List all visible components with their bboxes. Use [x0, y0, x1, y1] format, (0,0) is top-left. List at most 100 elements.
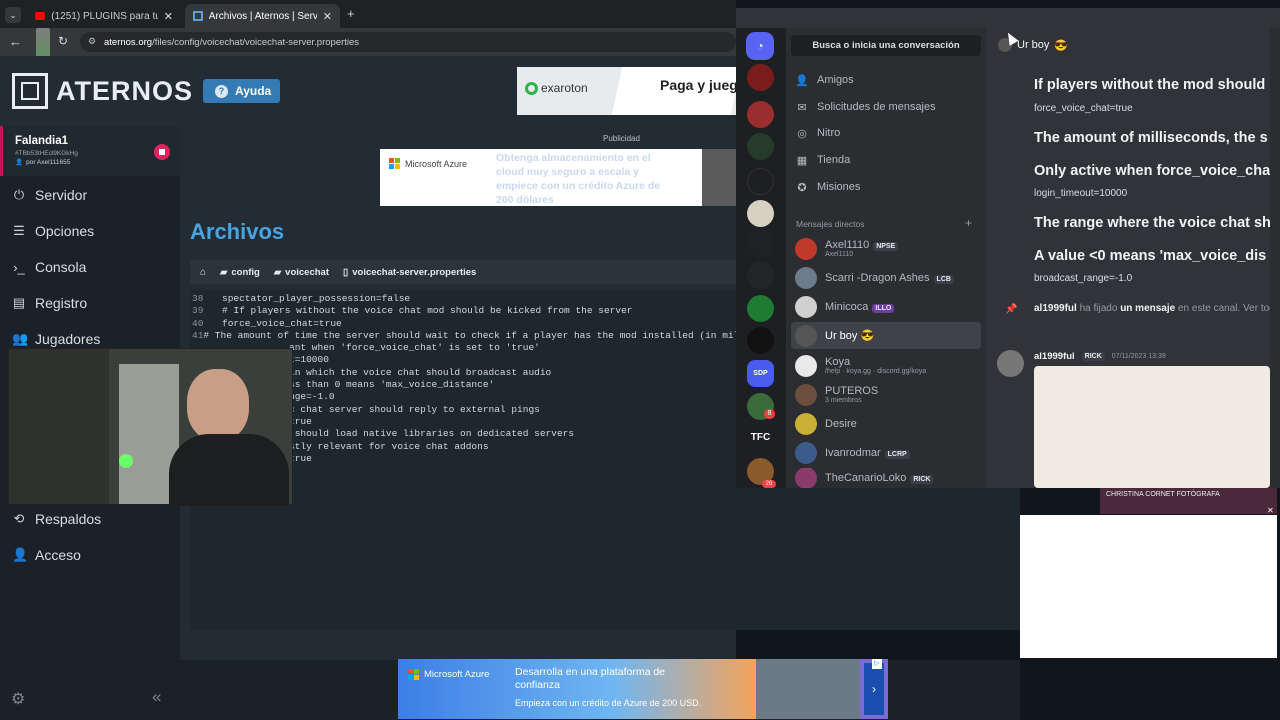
new-tab-icon[interactable]: +: [347, 6, 355, 21]
dm-nav-tienda[interactable]: ▦ Tienda: [795, 149, 850, 171]
blank-ad-frame: [1020, 515, 1277, 658]
message-image[interactable]: [1034, 366, 1270, 488]
server-status-stop-icon[interactable]: [154, 144, 170, 160]
dm-group-puteros[interactable]: PUTEROS 3 miembros: [795, 381, 878, 408]
page-title: Archivos: [190, 219, 285, 244]
dm-user-scarri[interactable]: Scarri -Dragon Ashes LCB: [795, 264, 954, 291]
shop-icon: ▦: [796, 154, 808, 167]
dm-user-minicoca[interactable]: Minicoca ILLO: [795, 293, 895, 320]
exaroton-logo-icon: [525, 81, 538, 95]
guild-icon[interactable]: [747, 200, 774, 227]
scrollbar[interactable]: [1270, 28, 1280, 488]
sidebar-item-servidor[interactable]: ⏻ Servidor: [12, 183, 87, 207]
guild-icon[interactable]: [747, 133, 774, 160]
site-info-icon[interactable]: ⚙: [88, 36, 96, 47]
azure-ad-top[interactable]: Microsoft Azure Obtenga almacenamiento e…: [380, 149, 736, 206]
browser-tab-youtube[interactable]: (1251) PLUGINS para tu SERVIDOR ✕: [27, 4, 181, 28]
close-tab-icon[interactable]: ✕: [164, 10, 173, 23]
dm-user-ivanrodmar[interactable]: Ivanrodmar LCRP: [795, 439, 910, 466]
guild-icon[interactable]: [747, 230, 774, 257]
guild-icon[interactable]: [747, 295, 774, 322]
sidebar-item-acceso[interactable]: 👤 Acceso: [12, 543, 81, 567]
address-bar[interactable]: ⚙ aternos.org/files/config/voicechat/voi…: [80, 32, 736, 52]
sidebar-item-opciones[interactable]: ☰ Opciones: [12, 219, 94, 243]
collapse-sidebar-icon[interactable]: «: [152, 687, 161, 707]
aternos-logo-icon[interactable]: [12, 73, 48, 109]
dm-nav-solicitudes[interactable]: ✉ Solicitudes de mensajes: [795, 96, 935, 118]
guild-sdp-icon[interactable]: SDP: [747, 360, 774, 387]
sidebar-item-consola[interactable]: ›_ Consola: [12, 255, 86, 279]
exaroton-ad[interactable]: exaroton Paga y jueg: [517, 67, 742, 115]
unread-badge: 26: [762, 480, 776, 488]
dm-nav-nitro[interactable]: ◎ Nitro: [795, 122, 840, 144]
avatar: [997, 350, 1024, 377]
avatar: [795, 324, 817, 347]
dm-nav-amigos[interactable]: 👤 Amigos: [795, 69, 854, 91]
guild-icon[interactable]: [747, 168, 774, 195]
code-line: 41 # The amount of time the server should…: [192, 329, 736, 341]
avatar: [795, 468, 817, 488]
settings-gear-icon[interactable]: ⚙: [11, 689, 25, 709]
dm-user-thecanarioloko[interactable]: TheCanarioLoko RICK: [795, 468, 934, 488]
pin-icon: 📌: [1005, 304, 1018, 315]
avatar: [795, 412, 817, 435]
user-key-icon: 👤: [12, 547, 29, 562]
breadcrumb-config[interactable]: ▰ config: [220, 267, 260, 278]
dm-user-koya[interactable]: Koya/help · koya.gg · discord.gg/koya: [795, 352, 926, 379]
close-tab-icon[interactable]: ✕: [323, 10, 332, 23]
tab-list-button[interactable]: ⌄: [5, 7, 21, 23]
create-dm-icon[interactable]: +: [965, 216, 972, 230]
discord-home-icon[interactable]: ◔: [746, 32, 774, 60]
avatar: [795, 441, 817, 464]
folder-icon: ▰: [273, 266, 282, 278]
message-header: al1999ful RICK 07/11/2023 13:39: [1034, 351, 1166, 362]
dm-user-axel1110[interactable]: Axel1110 NPSE Axel1110: [795, 235, 899, 262]
guild-icon[interactable]: [747, 64, 774, 91]
chat-heading: A value <0 means 'max_voice_dis: [1034, 248, 1267, 264]
code-line: 38 spectator_player_possession=false: [192, 293, 411, 304]
dm-header: Mensajes directos: [796, 219, 865, 229]
azure-ad-bottom[interactable]: Microsoft Azure Desarrolla en una plataf…: [398, 659, 888, 719]
sidebar-item-respaldos[interactable]: ⟲ Respaldos: [12, 507, 102, 531]
guild-icon[interactable]: [747, 101, 774, 128]
back-icon[interactable]: ←: [9, 34, 22, 49]
chat-text: broadcast_range=-1.0: [1034, 273, 1133, 284]
unread-badge: 8: [764, 409, 775, 419]
dm-nav-misiones[interactable]: ✪ Misiones: [795, 176, 860, 198]
server-card[interactable]: Falandia1 #TBb53tHEcl9KGkHg 👤 por Axel111…: [0, 126, 180, 176]
aternos-logo-text[interactable]: ATERNOS: [56, 76, 193, 107]
nitro-icon: ◎: [797, 127, 807, 140]
sidebar-item-registro[interactable]: ▤ Registro: [12, 291, 87, 315]
user-icon: 👤: [15, 159, 24, 166]
folder-icon: ▰: [220, 266, 228, 278]
adchoices-icon[interactable]: ▷: [872, 659, 882, 669]
chat-text: force_voice_chat=true: [1034, 103, 1133, 114]
avatar: [795, 383, 817, 406]
discord-search-input[interactable]: Busca o inicia una conversación: [791, 35, 981, 56]
guild-icon[interactable]: [747, 327, 774, 354]
photo-ad[interactable]: CHRISTINA CORNET FOTÓGRAFA: [1100, 488, 1277, 514]
breadcrumb-voicechat[interactable]: ▰ voicechat: [274, 267, 329, 278]
help-button[interactable]: ? Ayuda: [203, 79, 280, 103]
dm-user-desire[interactable]: Desire: [795, 410, 857, 437]
chat-heading: The amount of milliseconds, the s: [1034, 130, 1268, 146]
avatar: [795, 266, 817, 289]
home-icon[interactable]: ⌂: [200, 267, 206, 278]
guild-tfc-icon[interactable]: TFC: [747, 424, 774, 451]
dm-user-urboy[interactable]: Ur boy 😎: [795, 322, 874, 349]
webcam-overlay: [8, 348, 293, 506]
chat-heading: Only active when force_voice_cha: [1034, 163, 1270, 179]
ad-label: Publicidad: [603, 134, 640, 143]
browser-tab-aternos[interactable]: Archivos | Aternos | Servidor de ✕: [185, 4, 340, 28]
chat-heading: If players without the mod should: [1034, 77, 1266, 93]
pin-notice: al1999ful ha fijado un mensaje en este c…: [1034, 303, 1270, 314]
reload-icon[interactable]: ↻: [58, 34, 68, 48]
close-ad-icon[interactable]: ✕: [1267, 506, 1274, 515]
guild-icon[interactable]: [747, 262, 774, 289]
quests-icon: ✪: [797, 181, 807, 194]
pinned-message-link[interactable]: un mensaje: [1120, 303, 1175, 314]
mail-icon: ✉: [797, 101, 807, 114]
power-icon: ⏻: [13, 187, 25, 202]
breadcrumb-file[interactable]: ▯ voicechat-server.properties: [343, 267, 476, 278]
next-arrow-icon[interactable]: ›: [864, 663, 884, 715]
